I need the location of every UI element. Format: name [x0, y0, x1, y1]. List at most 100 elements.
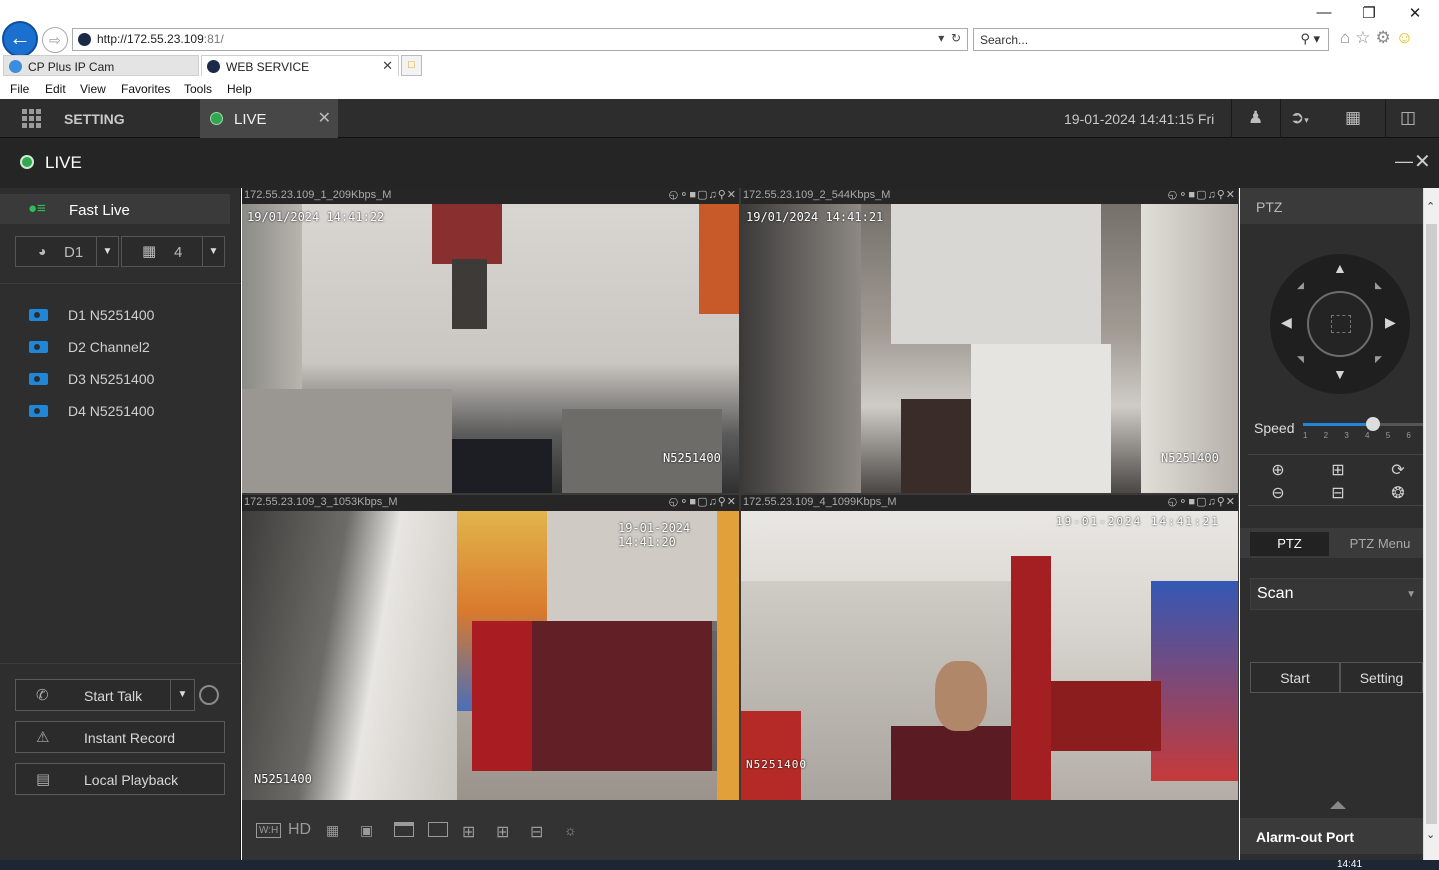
- browser-chrome: ← ⇨ http://172.55.23.109:81/ ▾ ↻ Search.…: [0, 0, 1439, 99]
- start-button[interactable]: Start: [1250, 662, 1340, 693]
- arrow-up-icon[interactable]: ▲: [1333, 260, 1347, 276]
- menu-view[interactable]: View: [80, 82, 106, 96]
- url-port: :81/: [203, 32, 224, 46]
- browser-tab-cp-plus[interactable]: CP Plus IP Cam: [3, 55, 199, 76]
- talk-status-icon[interactable]: [199, 685, 219, 705]
- fast-live-button[interactable]: ●≡ Fast Live: [0, 194, 230, 224]
- layout-6-icon[interactable]: ⊞: [496, 822, 509, 842]
- stream-icon[interactable]: ▦: [326, 822, 339, 839]
- speed-slider[interactable]: [1303, 417, 1423, 431]
- channel-item-d4[interactable]: D4 N5251400: [0, 399, 240, 423]
- chevron-down-icon[interactable]: ▼: [96, 237, 118, 266]
- ptz-center-zoom-icon[interactable]: [1307, 291, 1373, 357]
- live-tab[interactable]: LIVE ✕: [200, 99, 338, 138]
- layout-4-icon[interactable]: ⊞: [462, 822, 475, 842]
- video-tile-toolbar-icons[interactable]: ◵⚬■▢♫⚲✕: [1168, 495, 1236, 508]
- zoom-out-icon[interactable]: ⊖: [1266, 483, 1290, 503]
- browser-tab-web-service[interactable]: WEB SERVICE ✕: [201, 55, 399, 76]
- scan-select[interactable]: Scan ▼: [1250, 578, 1423, 610]
- arrow-left-icon[interactable]: ◀: [1281, 314, 1292, 331]
- speed-slider-handle[interactable]: [1366, 417, 1380, 431]
- main-menu-grid-icon[interactable]: [22, 109, 42, 129]
- forward-button[interactable]: ⇨: [42, 27, 68, 53]
- close-window-button[interactable]: ✕: [1400, 4, 1430, 22]
- qr-code-icon[interactable]: ▦: [1345, 108, 1361, 128]
- fullscreen-monitor-icon[interactable]: ◫: [1400, 108, 1416, 128]
- site-icon: [78, 33, 91, 46]
- scroll-up-icon[interactable]: ⌃: [1426, 200, 1435, 213]
- local-playback-button[interactable]: ▤ Local Playback: [15, 763, 225, 795]
- search-icon[interactable]: ⚲ ▾: [1300, 31, 1320, 47]
- menu-help[interactable]: Help: [227, 82, 252, 96]
- iris-open-icon[interactable]: ⟳: [1386, 460, 1410, 480]
- device-select[interactable]: ◕ D1 ▼: [15, 236, 119, 267]
- fullscreen-icon[interactable]: ▣: [360, 822, 373, 839]
- start-talk-button[interactable]: ✆ Start Talk ▼: [15, 679, 195, 711]
- close-icon[interactable]: ✕: [1414, 149, 1431, 174]
- layout-single-icon[interactable]: [428, 822, 448, 837]
- video-tile-3[interactable]: 172.55.23.109_3_1053Kbps_M ◵⚬■▢♫⚲✕ 19-01…: [242, 495, 739, 800]
- arrow-up-right-icon[interactable]: ◣: [1375, 280, 1382, 291]
- setting-button[interactable]: Setting: [1340, 662, 1423, 693]
- divider: [0, 283, 241, 284]
- collapse-up-icon[interactable]: [1330, 801, 1346, 809]
- arrow-up-left-icon[interactable]: ◢: [1297, 280, 1304, 291]
- tab-ptz[interactable]: PTZ: [1250, 532, 1329, 556]
- arrow-right-icon[interactable]: ▶: [1385, 314, 1396, 331]
- layout-grid-icon: ▦: [142, 243, 157, 260]
- layout-8-icon[interactable]: ⊟: [530, 822, 543, 842]
- iris-close-icon[interactable]: ❂: [1386, 483, 1410, 503]
- refresh-icon[interactable]: ▾ ↻: [938, 31, 961, 45]
- setting-menu[interactable]: SETTING: [64, 111, 125, 127]
- video-tile-toolbar-icons[interactable]: ◵⚬■▢♫⚲✕: [669, 495, 737, 508]
- video-tile-4[interactable]: 172.55.23.109_4_1099Kbps_M ◵⚬■▢♫⚲✕ 19-01…: [741, 495, 1238, 800]
- instant-record-button[interactable]: ⚠ Instant Record: [15, 721, 225, 753]
- home-icon[interactable]: ⌂: [1340, 28, 1355, 47]
- search-box[interactable]: Search... ⚲ ▾: [973, 28, 1329, 51]
- restore-window-button[interactable]: ❐: [1354, 4, 1384, 22]
- tab-ptz-menu[interactable]: PTZ Menu: [1340, 532, 1420, 556]
- scrollbar-thumb[interactable]: [1426, 224, 1437, 824]
- menu-edit[interactable]: Edit: [45, 82, 66, 96]
- address-bar[interactable]: http://172.55.23.109:81/ ▾ ↻: [72, 28, 968, 51]
- user-icon[interactable]: ♟: [1248, 108, 1263, 128]
- video-tile-1[interactable]: 172.55.23.109_1_209Kbps_M ◵⚬■▢♫⚲✕ 19/01/…: [242, 188, 739, 493]
- minimize-icon[interactable]: —: [1395, 151, 1413, 172]
- aspect-ratio-button[interactable]: W:H: [256, 823, 282, 838]
- layout-1-icon[interactable]: [394, 822, 414, 837]
- channel-item-d3[interactable]: D3 N5251400: [0, 367, 240, 391]
- ptz-joystick[interactable]: ▲ ▼ ◀ ▶ ◢ ◣ ◥ ◤: [1270, 254, 1410, 394]
- arrow-down-right-icon[interactable]: ◤: [1375, 354, 1382, 365]
- alarm-out-port-section[interactable]: Alarm-out Port: [1240, 818, 1423, 854]
- scroll-down-icon[interactable]: ⌄: [1426, 828, 1435, 841]
- arrow-down-icon[interactable]: ▼: [1333, 366, 1347, 382]
- layout-select[interactable]: ▦ 4 ▼: [121, 236, 225, 267]
- logout-icon[interactable]: ➲▾: [1290, 108, 1309, 128]
- chevron-down-icon[interactable]: ▼: [202, 237, 224, 266]
- video-tile-2[interactable]: 172.55.23.109_2_544Kbps_M ◵⚬■▢♫⚲✕ 19/01/…: [741, 188, 1238, 493]
- arrow-down-left-icon[interactable]: ◥: [1297, 354, 1304, 365]
- video-tile-toolbar-icons[interactable]: ◵⚬■▢♫⚲✕: [669, 188, 737, 201]
- brightness-icon[interactable]: ☼: [564, 822, 577, 838]
- channel-item-d2[interactable]: D2 Channel2: [0, 335, 240, 359]
- menu-file[interactable]: File: [10, 82, 29, 96]
- hd-button[interactable]: HD: [288, 821, 311, 839]
- osd-timestamp: 19-01-2024 14:41:21: [1056, 515, 1220, 528]
- chevron-down-icon[interactable]: ▼: [170, 680, 194, 710]
- favorites-star-icon[interactable]: ☆: [1355, 28, 1375, 47]
- feedback-smiley-icon[interactable]: ☺: [1396, 28, 1418, 47]
- menu-tools[interactable]: Tools: [184, 82, 212, 96]
- zoom-in-icon[interactable]: ⊕: [1266, 460, 1290, 480]
- close-live-tab-icon[interactable]: ✕: [318, 108, 331, 128]
- new-tab-button[interactable]: □: [401, 55, 422, 76]
- back-button[interactable]: ←: [2, 21, 38, 57]
- menu-favorites[interactable]: Favorites: [121, 82, 170, 96]
- page-scrollbar[interactable]: ⌃ ⌄: [1423, 188, 1439, 860]
- focus-near-icon[interactable]: ⊞: [1326, 460, 1350, 480]
- minimize-window-button[interactable]: —: [1309, 4, 1339, 21]
- video-tile-toolbar-icons[interactable]: ◵⚬■▢♫⚲✕: [1168, 188, 1236, 201]
- focus-far-icon[interactable]: ⊟: [1326, 483, 1350, 503]
- close-tab-icon[interactable]: ✕: [382, 58, 393, 74]
- settings-gear-icon[interactable]: ⚙: [1376, 28, 1396, 47]
- channel-item-d1[interactable]: D1 N5251400: [0, 303, 240, 327]
